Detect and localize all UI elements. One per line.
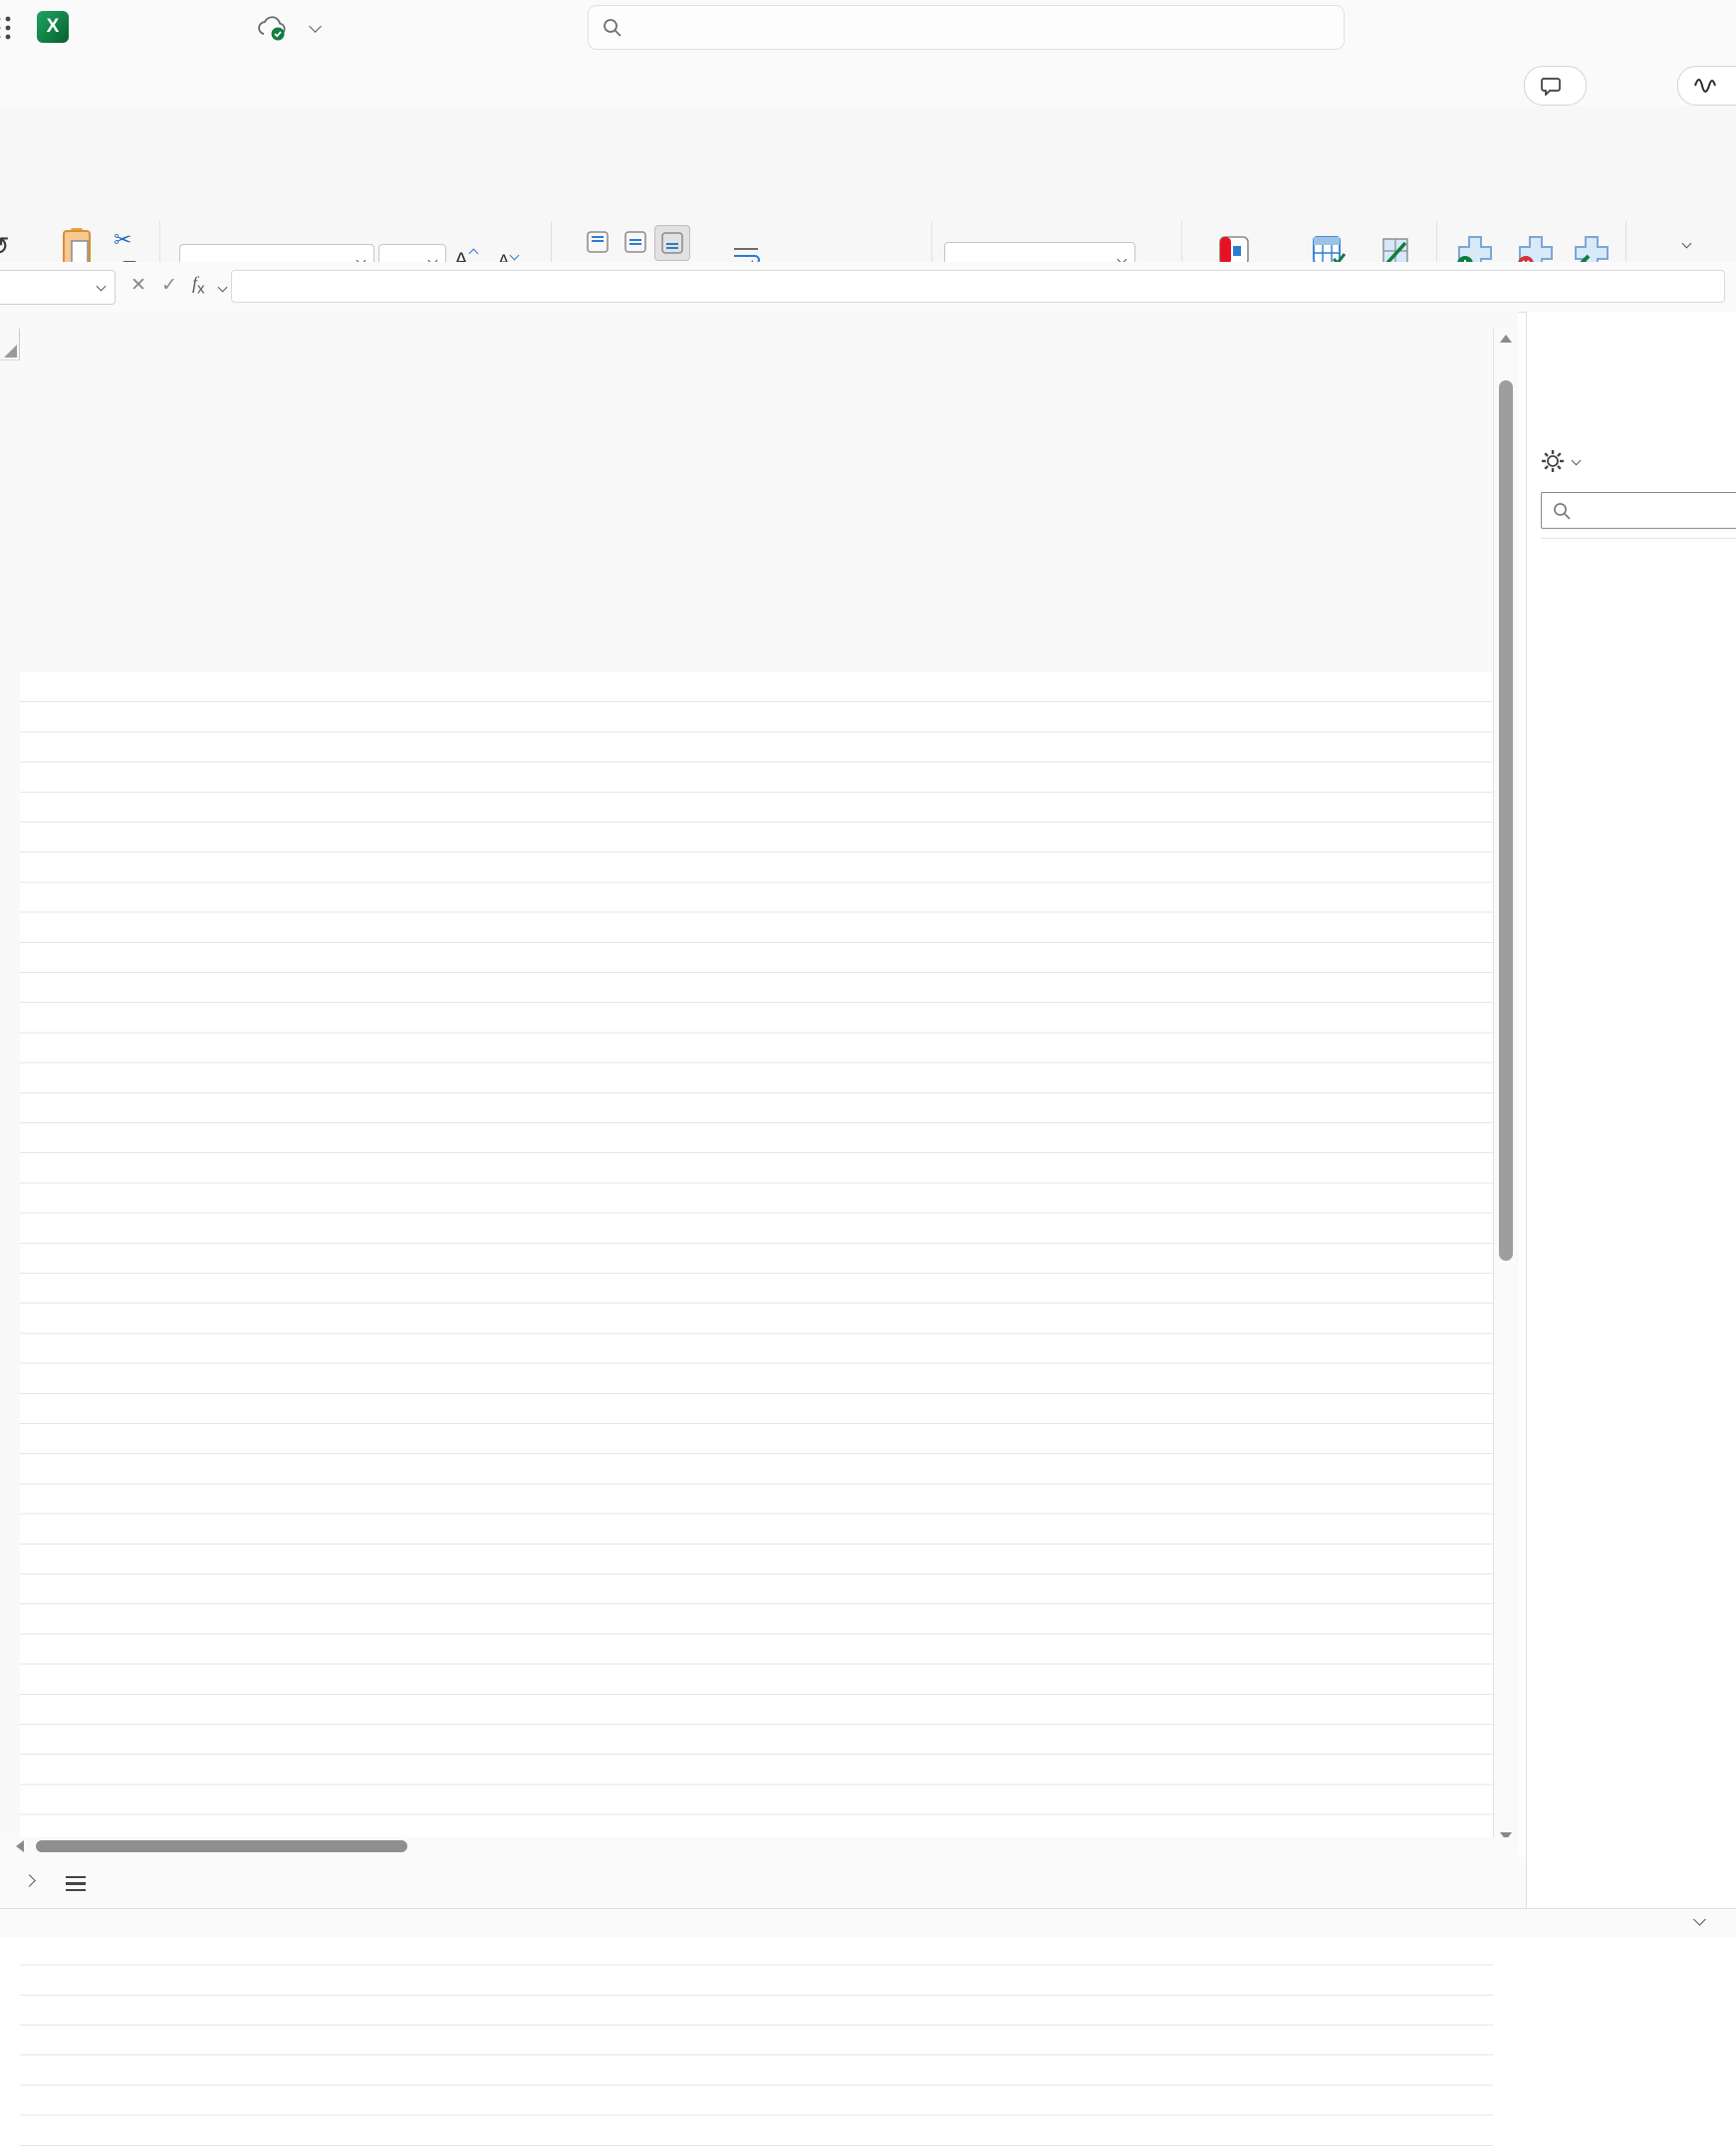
autosum-chevron-icon[interactable] — [1682, 239, 1692, 249]
horizontal-scrollbar[interactable] — [0, 1837, 1518, 1856]
name-box[interactable] — [0, 270, 116, 305]
align-top-button[interactable] — [581, 225, 615, 259]
app-launcher-icon[interactable] — [0, 14, 16, 42]
search-icon — [1553, 502, 1571, 520]
align-bottom-button[interactable] — [654, 225, 690, 261]
confirm-entry-icon[interactable]: ✓ — [161, 274, 177, 297]
fx-chevron-icon — [218, 283, 228, 293]
scroll-left-icon[interactable] — [16, 1840, 24, 1852]
insert-function-icon[interactable]: fx — [192, 273, 205, 298]
gear-icon[interactable] — [1541, 449, 1565, 473]
fields-list — [1541, 538, 1736, 539]
title-bar: X — [0, 0, 1736, 56]
pivot-fields-panel — [1526, 312, 1736, 1908]
comments-button[interactable] — [1524, 66, 1587, 106]
title-dropdown-chevron-icon[interactable] — [309, 20, 322, 33]
vertical-scrollbar-thumb[interactable] — [1499, 380, 1513, 1261]
status-bar-chevron-icon[interactable] — [1693, 1913, 1706, 1926]
vertical-scrollbar[interactable] — [1493, 329, 1519, 1854]
cancel-entry-icon[interactable]: ✕ — [130, 274, 146, 297]
horizontal-scrollbar-thumb[interactable] — [36, 1840, 407, 1852]
formula-input[interactable] — [231, 270, 1725, 303]
select-all-triangle-icon — [4, 345, 17, 358]
excel-logo-icon[interactable]: X — [37, 11, 69, 43]
catch-up-button[interactable] — [1677, 66, 1736, 106]
activity-waveform-icon — [1694, 77, 1722, 95]
scroll-up-icon[interactable] — [1500, 335, 1512, 343]
fields-search-input[interactable] — [1541, 492, 1736, 529]
spreadsheet-grid — [0, 312, 1518, 1837]
cut-icon[interactable]: ✂ — [114, 227, 131, 253]
sheet-tab-bar — [0, 1856, 1736, 1908]
select-all-corner[interactable] — [0, 329, 20, 360]
sheet-list-menu-icon[interactable] — [66, 1872, 86, 1895]
menu-bar — [0, 56, 1736, 106]
cloud-saved-icon — [255, 14, 289, 42]
ribbon: ↺ ↻ ✂ A A A — [0, 106, 1736, 263]
comments-icon — [1541, 77, 1561, 96]
search-icon — [603, 18, 621, 37]
formula-bar: ✕ ✓ fx — [0, 262, 1736, 313]
undo-icon[interactable]: ↺ — [0, 231, 10, 262]
align-middle-button[interactable] — [619, 225, 652, 259]
name-box-chevron-icon — [97, 282, 107, 292]
sheet-nav-chevron-icon[interactable] — [23, 1874, 36, 1887]
global-search-input[interactable] — [588, 5, 1345, 50]
status-bar — [0, 1908, 1736, 1937]
gear-chevron-icon[interactable] — [1572, 456, 1582, 466]
